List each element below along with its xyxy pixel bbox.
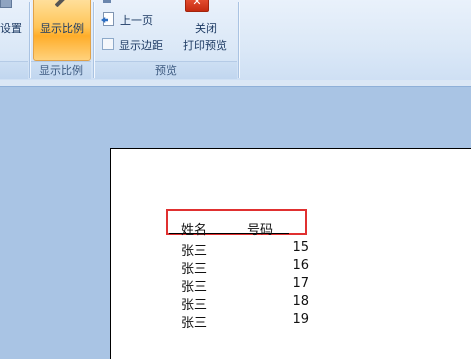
page-setup-label[interactable]: 设置 [0, 20, 22, 36]
group-separator [238, 2, 239, 78]
show-margins-label[interactable]: 显示边距 [119, 37, 163, 53]
ribbon: 设置 显示比例 显示比例 上一页 显示边距 ✕ 关闭 打印预览 预览 [0, 0, 471, 80]
show-margins-checkbox[interactable] [102, 38, 114, 50]
ribbon-bottom-strip [0, 80, 471, 87]
row-name: 张三 [181, 298, 208, 313]
header-name: 姓名 [181, 223, 208, 238]
preview-group-label: 预览 [95, 61, 237, 79]
group-separator [93, 2, 94, 78]
magnifier-icon [54, 0, 68, 8]
zoom-group-label: 显示比例 [31, 61, 91, 79]
next-page-icon[interactable] [103, 0, 111, 3]
close-preview-icon[interactable]: ✕ [185, 0, 209, 12]
print-preview-label[interactable]: 打印预览 [183, 37, 227, 53]
row-number: 16 [292, 258, 309, 273]
row-name: 张三 [181, 316, 208, 331]
header-number: 号码 [247, 223, 274, 238]
preview-page: 姓名 号码 张三 15 张三 16 张三 17 张三 18 张三 19 [110, 148, 471, 359]
row-name: 张三 [181, 280, 208, 295]
zoom-button[interactable]: 显示比例 [33, 0, 91, 61]
row-number: 17 [292, 276, 309, 291]
previous-page-icon[interactable] [101, 12, 114, 26]
previous-page-button[interactable]: 上一页 [120, 12, 153, 28]
group-separator [29, 2, 30, 78]
row-name: 张三 [181, 262, 208, 277]
page-setup-icon[interactable] [0, 0, 12, 8]
close-label[interactable]: 关闭 [195, 20, 217, 36]
page-setup-group-label [0, 61, 28, 79]
row-number: 15 [292, 240, 309, 255]
row-name: 张三 [181, 244, 208, 259]
zoom-button-label: 显示比例 [40, 22, 84, 35]
row-number: 19 [292, 312, 309, 327]
row-number: 18 [292, 294, 309, 309]
